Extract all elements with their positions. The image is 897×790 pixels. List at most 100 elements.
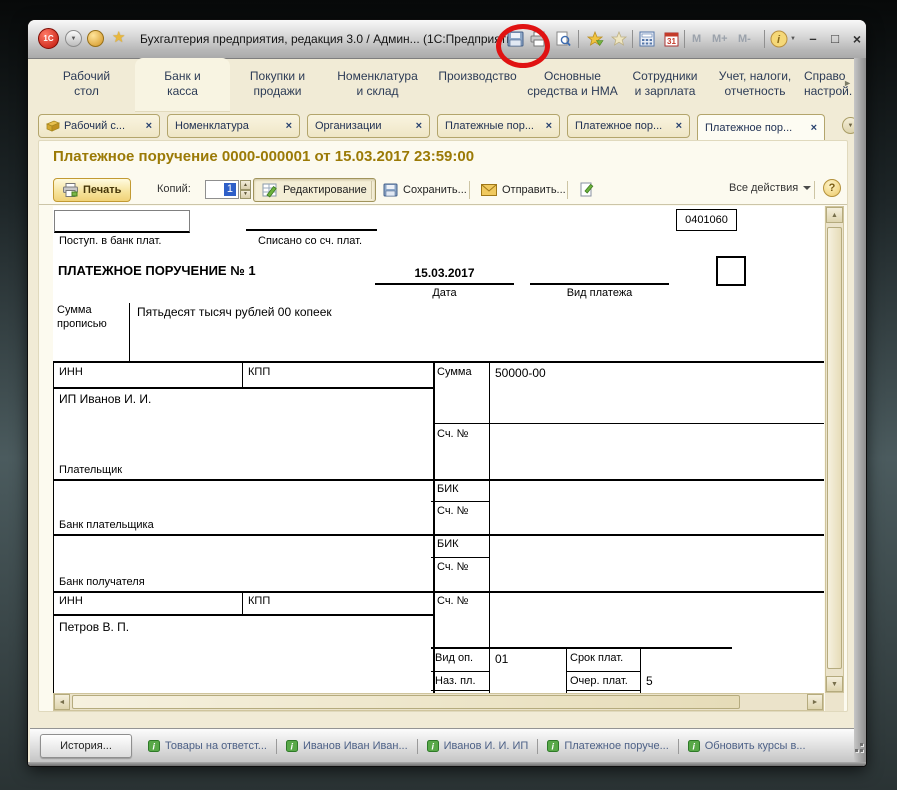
app-logo[interactable]: 1С [38, 28, 59, 49]
horizontal-scroll-thumb[interactable] [72, 695, 740, 709]
payment-order-form[interactable]: Поступ. в банк плат. Списано со сч. плат… [53, 206, 824, 693]
memory-mminus-button[interactable]: M- [738, 33, 751, 45]
history-button[interactable]: История... [40, 734, 132, 758]
right-arrow-icon: ► [812, 699, 819, 706]
edit-button[interactable]: Редактирование [253, 178, 376, 202]
memory-m-button[interactable]: M [692, 33, 701, 45]
section-tab-purchases[interactable]: Покупки ипродажи [230, 58, 325, 112]
close-tab-icon[interactable]: × [805, 122, 817, 134]
tab-label: касса [167, 84, 198, 98]
down-arrow-icon: ▼ [243, 191, 248, 197]
border-line [53, 614, 433, 616]
account-label: Сч. № [437, 428, 468, 440]
vertical-scrollbar[interactable]: ▲ ▼ [825, 206, 844, 693]
desktop-icon [46, 120, 60, 132]
send-button[interactable]: Отправить... [475, 178, 572, 202]
info-dropdown-icon[interactable]: ▼ [790, 36, 796, 42]
print-button[interactable]: Печать [53, 178, 131, 202]
stepper-up-button[interactable]: ▲ [240, 180, 251, 190]
section-tab-production[interactable]: Производство [430, 58, 525, 112]
section-tab-nomenclature[interactable]: Номенклатураи склад [325, 58, 430, 112]
scroll-down-button[interactable]: ▼ [826, 676, 843, 692]
up-arrow-icon: ▲ [831, 212, 838, 219]
border-line [566, 690, 640, 691]
add-favorite-icon[interactable] [586, 30, 604, 48]
minimize-button[interactable]: – [804, 31, 822, 46]
close-tab-icon[interactable]: × [670, 120, 682, 132]
service-info-icon: i [547, 740, 559, 752]
section-tab-accounting[interactable]: Учет, налоги,отчетность [710, 58, 800, 112]
border-line [53, 361, 54, 693]
vertical-scroll-thumb[interactable] [827, 227, 842, 669]
taskbar-separator [537, 739, 538, 754]
help-label: ? [829, 182, 836, 194]
taskbar-item[interactable]: i Товары на ответст... [148, 740, 267, 752]
left-arrow-icon: ◄ [59, 699, 66, 706]
doc-tab-nomenclature[interactable]: Номенклатура × [167, 114, 300, 138]
print-icon[interactable] [530, 30, 548, 48]
close-tab-icon[interactable]: × [410, 120, 422, 132]
resize-grip[interactable] [860, 749, 863, 752]
favorites-star-icon[interactable]: ★ [112, 28, 125, 46]
payee-name: Петров В. П. [59, 620, 129, 634]
scroll-left-button[interactable]: ◄ [54, 694, 70, 710]
tabs-overflow-arrow-icon[interactable]: ► [843, 78, 852, 88]
doc-tab-payment-order-1[interactable]: Платежное пор... × [567, 114, 690, 138]
scroll-right-button[interactable]: ► [807, 694, 823, 710]
account-label: Сч. № [437, 505, 468, 517]
doc-tab-payment-orders[interactable]: Платежные пор... × [437, 114, 560, 138]
print-preview-icon[interactable] [554, 30, 572, 48]
tab-label: отчетность [725, 84, 786, 98]
copies-value: 1 [224, 183, 236, 196]
save-button-label: Сохранить... [403, 184, 467, 196]
save-icon[interactable] [506, 30, 524, 48]
titlebar[interactable]: 1С ▼ ★ Бухгалтерия предприятия, редакция… [28, 20, 866, 59]
close-tab-icon[interactable]: × [540, 120, 552, 132]
close-tab-icon[interactable]: × [140, 120, 152, 132]
horizontal-scrollbar[interactable]: ◄ ► [53, 693, 824, 711]
calculator-icon[interactable] [638, 30, 656, 48]
edit-page-button[interactable] [573, 178, 609, 202]
taskbar-item[interactable]: i Платежное поруче... [547, 740, 668, 752]
calendar-glyph: 31 [664, 31, 679, 47]
floppy-icon [383, 183, 398, 197]
tab-label: Производство [438, 69, 516, 83]
doc-tab-desktop[interactable]: Рабочий с... × [38, 114, 160, 138]
resize-grip[interactable] [855, 749, 858, 752]
taskbar-item[interactable]: i Иванов Иван Иван... [286, 740, 408, 752]
border-line [53, 479, 824, 481]
all-actions-button[interactable]: Все действия [729, 182, 811, 194]
doc-tab-payment-order-2[interactable]: Платежное пор... × [697, 114, 825, 141]
doc-tab-organizations[interactable]: Организации × [307, 114, 430, 138]
taskbar-item-label: Товары на ответст... [165, 740, 267, 752]
scrollbar-corner [825, 693, 844, 711]
section-tab-employees[interactable]: Сотрудникии зарплата [620, 58, 710, 112]
service-button[interactable] [87, 30, 104, 47]
info-button[interactable]: i [770, 30, 788, 48]
payer-label: Плательщик [59, 464, 122, 476]
taskbar-item[interactable]: i Иванов И. И. ИП [427, 740, 529, 752]
history-label: История... [60, 740, 112, 752]
favorites-icon[interactable] [610, 30, 628, 48]
taskbar-item-label: Иванов И. И. ИП [444, 740, 529, 752]
taskbar-item-label: Иванов Иван Иван... [303, 740, 408, 752]
section-tab-desktop[interactable]: Рабочийстол [38, 58, 135, 112]
taskbar-item[interactable]: i Обновить курсы в... [688, 740, 806, 752]
tab-label: средства и НМА [527, 84, 618, 98]
section-tab-bank[interactable]: Банк икасса [135, 58, 230, 112]
resize-grip[interactable] [860, 743, 863, 746]
section-tab-fixed-assets[interactable]: Основныесредства и НМА [525, 58, 620, 112]
close-button[interactable]: × [848, 31, 866, 47]
scroll-up-button[interactable]: ▲ [826, 207, 843, 223]
save-file-button[interactable]: Сохранить... [377, 178, 473, 202]
stepper-down-button[interactable]: ▼ [240, 190, 251, 200]
close-tab-icon[interactable]: × [280, 120, 292, 132]
memory-mplus-button[interactable]: M+ [712, 33, 728, 45]
order-date-value: 15.03.2017 [375, 266, 514, 280]
main-menu-button[interactable]: ▼ [65, 30, 82, 47]
copies-field[interactable]: 1 [205, 180, 239, 199]
calendar-icon[interactable]: 31 [662, 30, 680, 48]
help-button[interactable]: ? [823, 179, 841, 197]
kpp-label: КПП [248, 595, 270, 607]
maximize-button[interactable]: □ [826, 31, 844, 46]
